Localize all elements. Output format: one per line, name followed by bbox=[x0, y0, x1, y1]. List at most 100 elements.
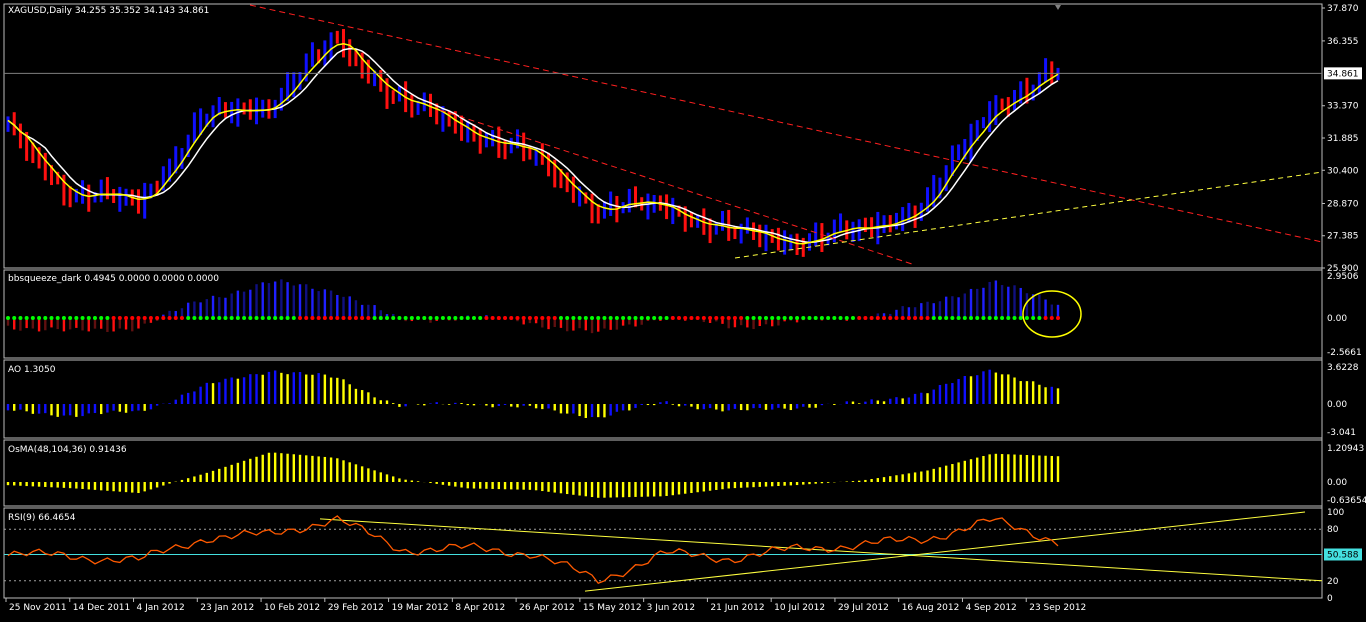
squeeze-dot bbox=[92, 316, 97, 320]
squeeze-dot bbox=[757, 316, 762, 320]
squeeze-dot bbox=[689, 316, 694, 320]
squeeze-dot bbox=[832, 316, 837, 320]
squeeze-dot bbox=[484, 316, 489, 320]
xagusd-chart[interactable]: 34.861 37.870 36.355 33.370 31.885 30.400 28.8… bbox=[0, 0, 1366, 618]
squeeze-dot bbox=[291, 316, 296, 320]
squeeze-dot bbox=[534, 316, 539, 320]
panel-frame-rsi bbox=[3, 507, 1323, 599]
squeeze-dot bbox=[142, 316, 147, 320]
squeeze-dot bbox=[577, 316, 582, 320]
squeeze-dot bbox=[962, 316, 967, 320]
squeeze-dot bbox=[726, 316, 731, 320]
squeeze-dot bbox=[683, 316, 688, 320]
squeeze-dot bbox=[105, 316, 110, 320]
bbsqueeze-label: bbsqueeze_dark 0.4945 0.0000 0.0000 0.00… bbox=[8, 274, 219, 284]
squeeze-dot bbox=[37, 316, 42, 320]
squeeze-dot bbox=[826, 316, 831, 320]
squeeze-dot bbox=[546, 316, 551, 320]
squeeze-dot bbox=[888, 316, 893, 320]
squeeze-dot bbox=[645, 316, 650, 320]
squeeze-dot bbox=[316, 316, 321, 320]
main-axis-tick: 33.370 bbox=[1327, 102, 1359, 112]
squeeze-dot bbox=[465, 316, 470, 320]
squeeze-dot bbox=[614, 316, 619, 320]
squeeze-dot bbox=[304, 316, 309, 320]
squeeze-dot bbox=[353, 316, 358, 320]
osma-axis-tick: 1.20943 bbox=[1327, 444, 1364, 454]
panel-frame-main bbox=[3, 3, 1323, 269]
squeeze-dot bbox=[658, 316, 663, 320]
squeeze-dot bbox=[670, 316, 675, 320]
squeeze-dot bbox=[732, 316, 737, 320]
squeeze-dot bbox=[490, 316, 495, 320]
squeeze-dot bbox=[341, 316, 346, 320]
x-axis-label: 14 Dec 2011 bbox=[73, 603, 131, 613]
squeeze-dot bbox=[211, 316, 216, 320]
squeeze-dot bbox=[913, 316, 918, 320]
squeeze-dot bbox=[310, 316, 315, 320]
squeeze-dot bbox=[136, 316, 141, 320]
squeeze-dot bbox=[1043, 316, 1048, 320]
squeeze-dot bbox=[801, 316, 806, 320]
squeeze-dot bbox=[453, 316, 458, 320]
x-axis-label: 10 Feb 2012 bbox=[264, 603, 320, 613]
squeeze-dot bbox=[329, 316, 334, 320]
squeeze-dot bbox=[366, 316, 371, 320]
squeeze-dot bbox=[403, 316, 408, 320]
panel-frame-osma bbox=[3, 439, 1323, 507]
main-axis-tick: 31.885 bbox=[1327, 134, 1359, 144]
squeeze-dot bbox=[111, 316, 116, 320]
x-axis-label: 29 Feb 2012 bbox=[328, 603, 384, 613]
x-axis-label: 23 Sep 2012 bbox=[1029, 603, 1086, 613]
squeeze-dot bbox=[416, 316, 421, 320]
squeeze-dot bbox=[459, 316, 464, 320]
squeeze-dot bbox=[981, 316, 986, 320]
squeeze-dot bbox=[993, 316, 998, 320]
squeeze-dot bbox=[428, 316, 433, 320]
main-axis-tick: 37.870 bbox=[1327, 4, 1359, 14]
squeeze-dot bbox=[975, 316, 980, 320]
x-axis-label: 29 Jul 2012 bbox=[838, 603, 889, 613]
ao-axis-tick: 0.00 bbox=[1327, 400, 1347, 410]
squeeze-dot bbox=[124, 316, 129, 320]
squeeze-dot bbox=[49, 316, 54, 320]
main-axis-tick: 27.385 bbox=[1327, 232, 1359, 242]
squeeze-dot bbox=[80, 316, 85, 320]
squeeze-dot bbox=[260, 316, 265, 320]
squeeze-dot bbox=[701, 316, 706, 320]
squeeze-dot bbox=[204, 316, 209, 320]
squeeze-dot bbox=[633, 316, 638, 320]
squeeze-dot bbox=[1031, 316, 1036, 320]
squeeze-dot bbox=[1056, 316, 1060, 320]
squeeze-dot bbox=[1006, 316, 1011, 320]
ma-slow-line bbox=[7, 47, 1059, 244]
squeeze-dot bbox=[99, 316, 104, 320]
squeeze-dot bbox=[68, 316, 73, 320]
squeeze-dot bbox=[217, 316, 222, 320]
squeeze-dot bbox=[652, 316, 657, 320]
squeeze-dot bbox=[229, 316, 234, 320]
x-axis-label: 26 Apr 2012 bbox=[519, 603, 575, 613]
squeeze-dot bbox=[850, 316, 855, 320]
trend-line-upper bbox=[249, 4, 1323, 243]
squeeze-dot bbox=[18, 316, 23, 320]
trend-line-lower bbox=[439, 109, 913, 265]
x-axis-label: 19 Mar 2012 bbox=[392, 603, 449, 613]
squeeze-dot bbox=[583, 316, 588, 320]
squeeze-dot bbox=[1049, 316, 1054, 320]
x-axis-label: 8 Apr 2012 bbox=[455, 603, 505, 613]
x-axis-label: 10 Jul 2012 bbox=[774, 603, 825, 613]
squeeze-dot bbox=[894, 316, 899, 320]
rsi-axis-tick: 100 bbox=[1327, 508, 1344, 518]
squeeze-dot bbox=[279, 316, 284, 320]
squeeze-dot bbox=[12, 316, 17, 320]
rsi-label: RSI(9) 66.4654 bbox=[8, 513, 76, 523]
squeeze-dot bbox=[248, 316, 253, 320]
squeeze-dot bbox=[621, 316, 626, 320]
squeeze-dot bbox=[813, 316, 818, 320]
squeeze-dot bbox=[527, 316, 532, 320]
squeeze-dot bbox=[937, 316, 942, 320]
rsi-axis-tick: 0 bbox=[1327, 594, 1333, 604]
squeeze-dot bbox=[167, 316, 172, 320]
squeeze-dot bbox=[565, 316, 570, 320]
